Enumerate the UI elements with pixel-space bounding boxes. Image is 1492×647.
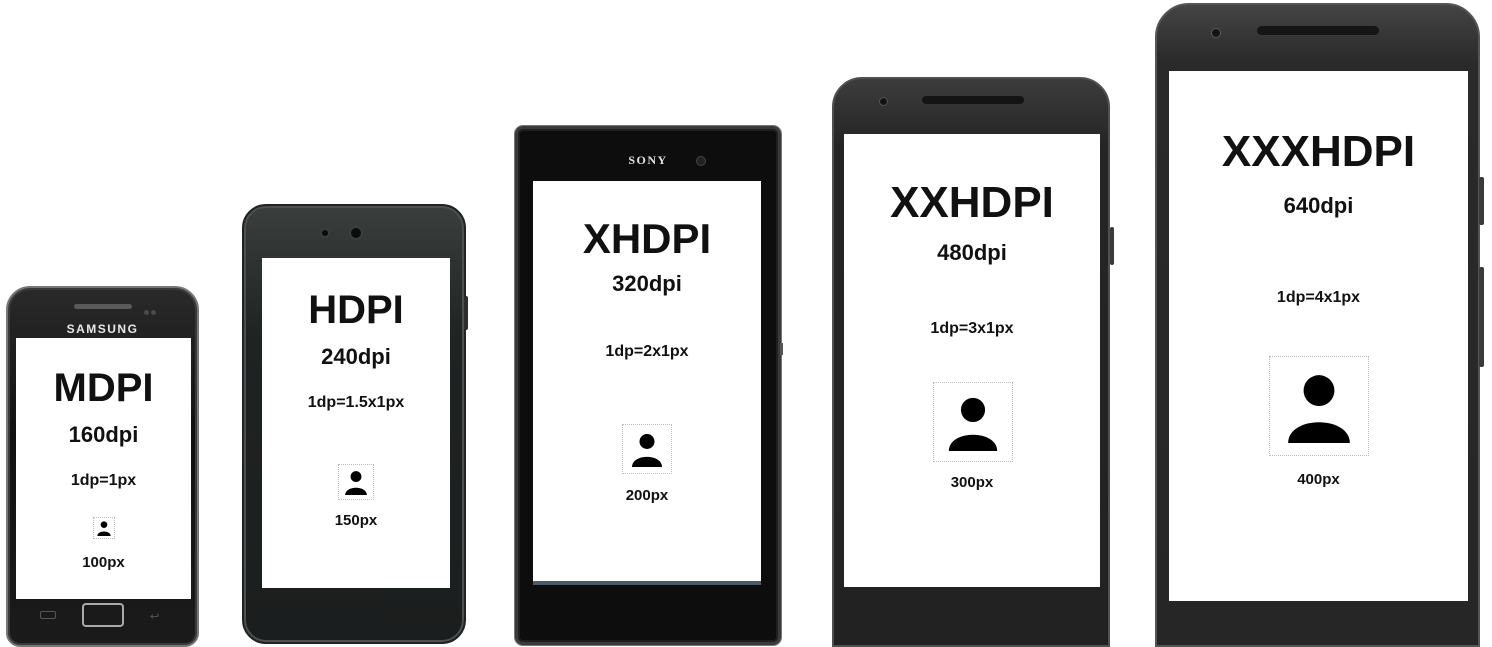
- density-title: XXXHDPI: [1221, 127, 1416, 176]
- density-title: XXHDPI: [890, 178, 1054, 227]
- dp-ratio-label: 1dp=2x1px: [605, 343, 689, 360]
- brand-logo: SAMSUNG: [66, 322, 139, 336]
- brand-logo: SONY: [628, 153, 668, 167]
- earpiece-speaker: [74, 304, 132, 309]
- menu-key[interactable]: [40, 611, 56, 619]
- icon-size-label: 150px: [334, 512, 378, 529]
- density-title: HDPI: [308, 288, 404, 332]
- front-camera: [879, 97, 888, 106]
- person-icon: [338, 464, 374, 500]
- density-comparison: SAMSUNG MDPI 160dpi 1dp=1px 100px ↩ HDPI…: [0, 0, 1492, 647]
- power-button[interactable]: [1479, 177, 1484, 225]
- phone-xxhdpi: XXHDPI 480dpi 1dp=3x1px 300px: [832, 77, 1114, 647]
- home-button[interactable]: [82, 603, 124, 627]
- front-camera: [349, 226, 363, 240]
- sensor-dot: [320, 228, 330, 238]
- side-button[interactable]: [1110, 227, 1114, 265]
- front-camera: [696, 156, 706, 166]
- dpi-label: 640dpi: [1283, 193, 1354, 218]
- earpiece-speaker: [922, 96, 1024, 104]
- person-icon: [622, 424, 672, 474]
- phone-mdpi: SAMSUNG MDPI 160dpi 1dp=1px 100px ↩: [6, 286, 199, 647]
- person-icon: [933, 382, 1013, 462]
- dpi-label: 480dpi: [937, 240, 1007, 265]
- phone-xhdpi: SONY XHDPI 320dpi 1dp=2x1px 200px: [515, 126, 783, 645]
- person-icon: [93, 517, 115, 539]
- front-camera: [1211, 28, 1221, 38]
- earpiece-speaker: [1257, 26, 1379, 35]
- phone-hdpi: HDPI 240dpi 1dp=1.5x1px 150px: [242, 204, 468, 644]
- dpi-label: 320dpi: [612, 271, 682, 296]
- icon-size-label: 300px: [950, 474, 994, 491]
- dpi-label: 160dpi: [68, 422, 139, 447]
- screen-bottom-edge: [533, 581, 761, 585]
- sensor-dots: [144, 302, 158, 315]
- phone-screen: HDPI 240dpi 1dp=1.5x1px 150px: [262, 258, 450, 588]
- density-title: XHDPI: [582, 215, 712, 262]
- icon-size-label: 400px: [1297, 471, 1340, 488]
- side-button[interactable]: [464, 296, 468, 330]
- phone-screen: XXXHDPI 640dpi 1dp=4x1px 400px: [1169, 71, 1468, 601]
- phone-screen: MDPI 160dpi 1dp=1px 100px: [16, 338, 191, 599]
- dpi-label: 240dpi: [321, 344, 391, 369]
- density-title: MDPI: [53, 366, 154, 410]
- side-button[interactable]: [780, 343, 783, 355]
- dp-ratio-label: 1dp=4x1px: [1276, 289, 1361, 306]
- dp-ratio-label: 1dp=3x1px: [930, 320, 1014, 337]
- phone-screen: XXHDPI 480dpi 1dp=3x1px 300px: [844, 134, 1100, 587]
- back-key-icon[interactable]: ↩: [150, 610, 159, 623]
- volume-button[interactable]: [1479, 267, 1484, 367]
- person-icon: [1269, 356, 1369, 456]
- dp-ratio-label: 1dp=1.5x1px: [307, 394, 405, 411]
- icon-size-label: 100px: [82, 554, 125, 571]
- phone-xxxhdpi: XXXHDPI 640dpi 1dp=4x1px 400px: [1155, 3, 1484, 647]
- icon-size-label: 200px: [625, 487, 669, 504]
- phone-screen: XHDPI 320dpi 1dp=2x1px 200px: [533, 181, 761, 583]
- dp-ratio-label: 1dp=1px: [70, 472, 137, 489]
